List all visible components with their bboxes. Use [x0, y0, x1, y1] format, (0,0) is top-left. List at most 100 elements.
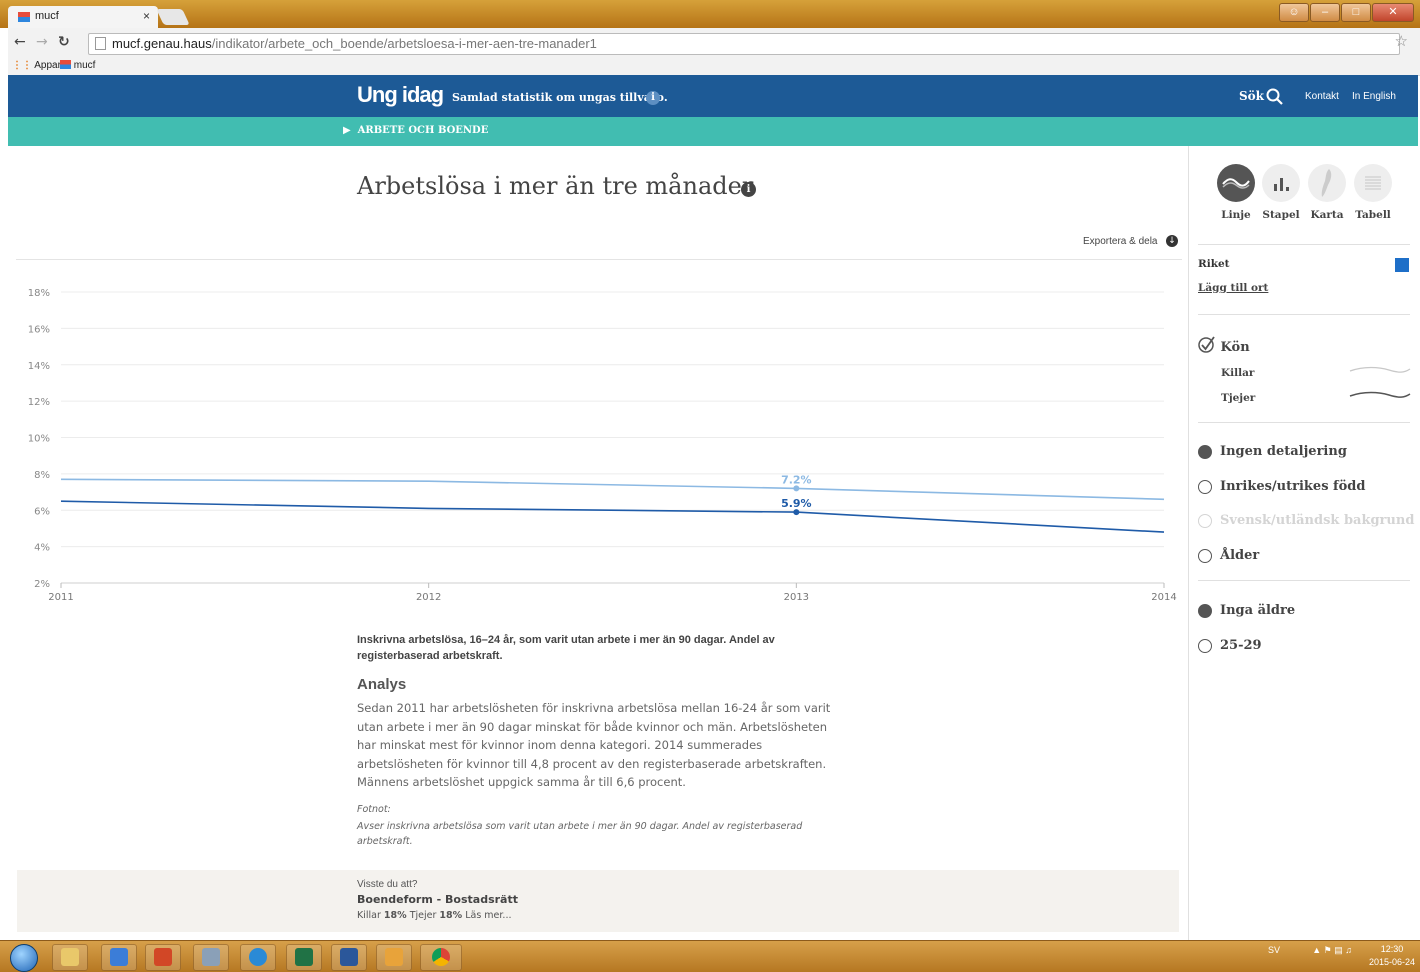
- y-tick-label: 8%: [34, 470, 50, 481]
- english-link[interactable]: In English: [1352, 91, 1396, 102]
- boys-label: Killar: [357, 910, 381, 921]
- view-map-button[interactable]: Karta: [1307, 164, 1347, 221]
- legend-boys: Killar: [1221, 367, 1255, 379]
- minimize-button[interactable]: –: [1310, 3, 1340, 22]
- data-label: 7.2%: [781, 473, 812, 486]
- radio-selected-icon: [1198, 444, 1212, 459]
- media-player-taskbar-button[interactable]: [101, 944, 137, 971]
- contact-link[interactable]: Kontakt: [1305, 91, 1339, 102]
- back-icon[interactable]: ←: [14, 34, 26, 50]
- close-window-button[interactable]: ✕: [1372, 3, 1414, 22]
- series-line-tjejer: [60, 500, 1165, 533]
- option-label: 25-29: [1220, 638, 1262, 653]
- powerpoint-taskbar-button[interactable]: [145, 944, 181, 971]
- view-line-button[interactable]: Linje: [1216, 164, 1256, 221]
- divider: [1198, 314, 1410, 315]
- info-icon[interactable]: i: [646, 91, 660, 105]
- option-label: Svensk/utländsk bakgrund: [1220, 513, 1415, 528]
- divider: [1198, 580, 1410, 581]
- option-label: Inrikes/utrikes född: [1220, 479, 1366, 494]
- filter-sidebar: Linje Stapel Karta Tabell Riket Lägg til…: [1188, 146, 1419, 940]
- chart-caption: Inskrivna arbetslösa, 16–24 år, som vari…: [357, 634, 775, 662]
- system-tray-icons[interactable]: ▲ ⚑ ▤ ♫: [1312, 945, 1352, 956]
- word-taskbar-button[interactable]: [331, 944, 367, 971]
- window-controls: ☺ – □ ✕: [1279, 3, 1414, 22]
- option-inrikes-utrikes[interactable]: Inrikes/utrikes född: [1198, 479, 1365, 494]
- address-bar[interactable]: mucf.genau.haus/indikator/arbete_och_boe…: [88, 33, 1400, 55]
- x-tick-label: 2014: [1151, 592, 1176, 603]
- url-host: mucf.genau.haus: [112, 36, 212, 51]
- radio-icon: [1198, 638, 1212, 653]
- page-title: Arbetslösa i mer än tre månader: [357, 172, 754, 200]
- y-tick-label: 6%: [34, 506, 50, 517]
- forward-icon[interactable]: →: [36, 34, 48, 50]
- search-icon[interactable]: [1266, 88, 1284, 106]
- main-content: Arbetslösa i mer än tre månader i Export…: [8, 146, 1188, 940]
- bar-chart-icon: [1262, 164, 1300, 202]
- tab-title: mucf: [35, 10, 59, 22]
- apps-icon[interactable]: ⋮⋮ Appar: [12, 60, 61, 71]
- did-you-know-values: Killar 18% Tjejer 18% Läs mer...: [357, 910, 511, 921]
- explorer-taskbar-button[interactable]: [52, 944, 88, 971]
- system-clock[interactable]: 12:30 2015-06-24: [1369, 943, 1415, 969]
- new-tab-button[interactable]: [156, 9, 190, 25]
- boys-line-swatch: [1349, 366, 1411, 373]
- view-label: Tabell: [1355, 209, 1391, 221]
- option-inga-aldre[interactable]: Inga äldre: [1198, 603, 1295, 618]
- view-label: Linje: [1221, 209, 1251, 221]
- chrome-taskbar-button[interactable]: [420, 944, 462, 971]
- browser-tab[interactable]: mucf ×: [8, 6, 158, 28]
- option-alder[interactable]: Ålder: [1198, 548, 1259, 563]
- close-tab-icon[interactable]: ×: [143, 9, 150, 23]
- gender-label: Kön: [1220, 340, 1250, 355]
- reload-icon[interactable]: ↻: [58, 34, 70, 50]
- series-line-killar: [60, 478, 1165, 501]
- read-more-link[interactable]: Läs mer...: [465, 910, 511, 921]
- y-tick-label: 12%: [28, 397, 50, 408]
- map-icon: [1308, 164, 1346, 202]
- breadcrumb[interactable]: ▶ ARBETE OCH BOENDE: [343, 125, 488, 136]
- region-label: Riket: [1198, 258, 1230, 270]
- x-tick-label: 2011: [48, 592, 73, 603]
- line-chart: 2% 4% 6% 8% 10% 12% 14% 16% 18% 2011 2012 2013 2014 7…: [28, 288, 1177, 603]
- option-svensk-utlandsk: Svensk/utländsk bakgrund: [1198, 513, 1414, 528]
- x-tick-label: 2013: [784, 592, 809, 603]
- user-icon[interactable]: ☺: [1279, 3, 1309, 22]
- divider: [1198, 422, 1410, 423]
- site-logo[interactable]: Ung idag: [357, 82, 444, 108]
- option-25-29[interactable]: 25-29: [1198, 638, 1262, 653]
- y-tick-label: 2%: [34, 579, 50, 590]
- calculator-taskbar-button[interactable]: [193, 944, 229, 971]
- x-tick-label: 2012: [416, 592, 441, 603]
- outlook-taskbar-button[interactable]: [376, 944, 412, 971]
- maximize-button[interactable]: □: [1341, 3, 1371, 22]
- radio-icon: [1198, 548, 1212, 563]
- site-header: Ung idag Samlad statistik om ungas tillv…: [8, 75, 1418, 117]
- divider: [1198, 244, 1410, 245]
- language-indicator[interactable]: SV: [1268, 945, 1280, 955]
- search-label[interactable]: Sök: [1239, 89, 1264, 103]
- checkmark-circle-icon: [1198, 336, 1215, 353]
- radio-selected-icon: [1198, 603, 1212, 618]
- download-icon[interactable]: ↓: [1166, 235, 1178, 247]
- gender-toggle[interactable]: Kön: [1198, 336, 1250, 355]
- view-bar-button[interactable]: Stapel: [1261, 164, 1301, 221]
- start-button[interactable]: [10, 944, 38, 972]
- ie-taskbar-button[interactable]: [240, 944, 276, 971]
- radio-disabled-icon: [1198, 513, 1212, 528]
- export-share-link[interactable]: Exportera & dela: [1083, 236, 1158, 247]
- footnote-heading: Fotnot:: [357, 804, 391, 815]
- option-ingen-detaljering[interactable]: Ingen detaljering: [1198, 444, 1347, 459]
- region-color-swatch[interactable]: [1395, 258, 1409, 272]
- bookmark-apps[interactable]: Appar: [34, 60, 61, 71]
- y-tick-label: 4%: [34, 543, 50, 554]
- excel-taskbar-button[interactable]: [286, 944, 322, 971]
- clock-date: 2015-06-24: [1368, 957, 1415, 967]
- bookmark-mucf[interactable]: mucf: [60, 60, 95, 71]
- girls-line-swatch: [1349, 391, 1411, 398]
- add-place-link[interactable]: Lägg till ort: [1198, 282, 1268, 294]
- title-info-icon[interactable]: i: [741, 182, 756, 197]
- view-table-button[interactable]: Tabell: [1353, 164, 1393, 221]
- bookmark-star-icon[interactable]: ☆: [1395, 32, 1408, 50]
- option-label: Ålder: [1220, 548, 1260, 563]
